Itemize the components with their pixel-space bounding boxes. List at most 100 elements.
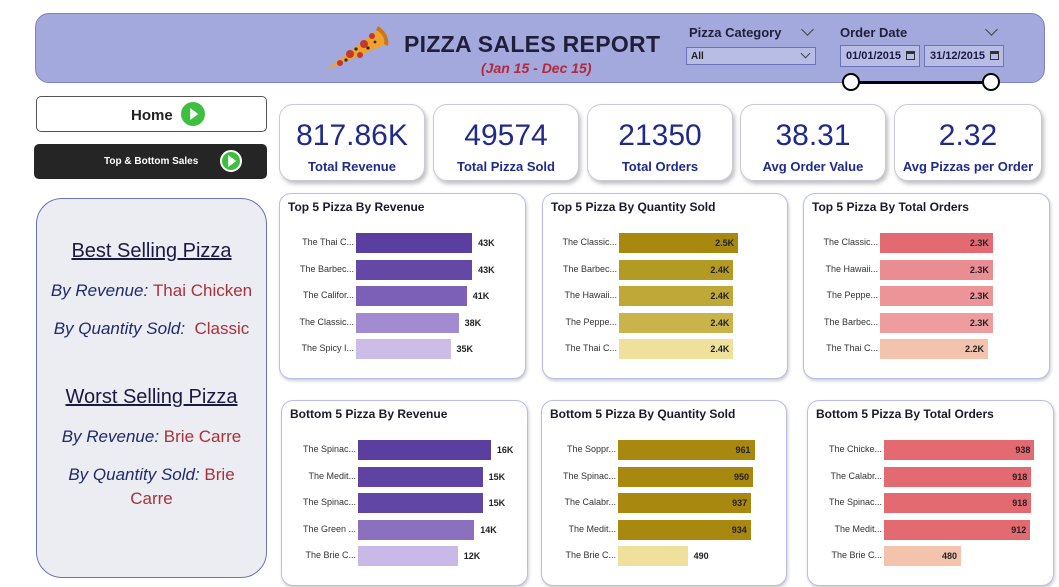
bar-row: The Spicy I... 35K (280, 339, 525, 359)
bar-category-label: The Hawaii... (564, 290, 617, 300)
start-date-value: 01/01/2015 (846, 50, 902, 62)
page-title: PIZZA SALES REPORT (404, 31, 661, 57)
bar[interactable] (358, 466, 483, 487)
bar-category-label: The Thai C... (565, 343, 617, 353)
best-rev-value: Thai Chicken (152, 281, 253, 300)
kpi-value: 49574 (464, 119, 548, 152)
bar[interactable] (356, 259, 473, 280)
end-date-input[interactable]: 31/12/2015 (924, 45, 1004, 67)
kpi-total-revenue: 817.86K Total Revenue (279, 104, 425, 181)
bar-value-label: 38K (464, 317, 482, 328)
bar-category-label: The Brie C... (305, 550, 356, 560)
bar-value-label: 2.3K (969, 238, 989, 248)
date-slider-start-handle[interactable] (842, 73, 860, 91)
kpi-label: Avg Pizzas per Order (902, 159, 1034, 174)
bar-row: The Spinac... 15K (282, 493, 527, 513)
worst-qty-value-cont: Carre (130, 489, 173, 508)
chart-title: Bottom 5 Pizza By Quantity Sold (550, 407, 736, 421)
play-icon (220, 150, 242, 172)
bar-category-label: The Peppe... (565, 316, 617, 327)
bar[interactable] (884, 493, 1032, 513)
worst-qty-value: Brie (204, 465, 235, 484)
bar[interactable] (884, 466, 1032, 487)
chart-top5-revenue: Top 5 Pizza By Revenue The Thai C... 43K T… (279, 193, 526, 379)
bar-row: The Medit... 934 (542, 519, 786, 540)
chart-bottom5-orders: Bottom 5 Pizza By Total Orders The Chick… (807, 400, 1054, 586)
chart-top5-quantity: Top 5 Pizza By Quantity Sold The Classic… (542, 193, 788, 379)
chart-title: Top 5 Pizza By Quantity Sold (551, 200, 716, 214)
bar-value-label: 15K (488, 498, 506, 508)
home-button[interactable]: Home (36, 96, 267, 132)
worst-selling-title: Worst Selling Pizza (65, 386, 238, 408)
date-slider-track[interactable] (850, 81, 990, 84)
bar[interactable] (358, 546, 458, 566)
bar[interactable] (884, 440, 1035, 460)
bar-category-label: The Barbec... (823, 316, 878, 327)
best-worst-panel: Best Selling Pizza By Revenue: Thai Chic… (36, 198, 267, 578)
bar-value-label: 41K (472, 291, 490, 301)
bar[interactable] (356, 339, 451, 359)
order-date-label: Order Date (840, 25, 908, 40)
bar-category-label: The Thai C... (826, 343, 878, 353)
bar-row: The Peppe... 2.3K (804, 286, 1049, 306)
bar-category-label: The Calabr... (830, 470, 882, 481)
bar-row: The Barbec... 43K (280, 259, 525, 280)
bar-value-label: 950 (733, 471, 749, 482)
top-bottom-sales-button[interactable]: Top & Bottom Sales (34, 144, 267, 179)
bar-value-label: 15K (488, 471, 506, 482)
bar-category-label: The Califor... (302, 290, 354, 300)
bar-value-label: 43K (478, 264, 495, 275)
bar-value-label: 2.3K (969, 291, 989, 301)
chevron-down-icon (800, 48, 811, 59)
bar[interactable] (618, 440, 755, 460)
kpi-label: Avg Order Value (762, 159, 864, 174)
kpi-label: Total Orders (621, 159, 699, 174)
bar[interactable] (356, 286, 467, 306)
pizza-category-label: Pizza Category (689, 25, 782, 40)
kpi-label: Total Pizza Sold (457, 159, 555, 174)
bar[interactable] (358, 440, 491, 460)
worst-by-quantity-cont: Carre (37, 489, 266, 509)
start-date-input[interactable]: 01/01/2015 (840, 45, 920, 67)
worst-rev-label: By Revenue (61, 427, 155, 446)
home-button-label: Home (131, 107, 173, 124)
bar-value-label: 961 (735, 445, 751, 455)
bar[interactable] (358, 519, 475, 540)
bar-row: The Soppr... 961 (542, 440, 786, 460)
bar-value-label: 2.5K (715, 238, 735, 248)
bar-row: The Barbec... 2.3K (804, 312, 1049, 333)
bar-row: The Califor... 41K (280, 286, 525, 306)
bar[interactable] (356, 312, 459, 333)
kpi-value: 2.32 (938, 119, 998, 152)
bar-row: The Thai C... 2.4K (543, 339, 787, 359)
top-bottom-sales-label: Top & Bottom Sales (104, 156, 199, 167)
bar-value-label: 35K (456, 344, 474, 354)
kpi-total-orders: 21350 Total Orders (587, 104, 733, 181)
worst-by-quantity: By Quantity Sold: Brie (37, 465, 266, 485)
date-slider-end-handle[interactable] (982, 73, 1000, 91)
bar-value-label: 490 (693, 551, 709, 561)
bar-value-label: 918 (1012, 498, 1028, 508)
chart-title: Top 5 Pizza By Revenue (288, 200, 425, 214)
bar-row: The Hawaii... 2.3K (804, 259, 1049, 280)
chart-title: Top 5 Pizza By Total Orders (812, 200, 969, 214)
bar-value-label: 480 (941, 551, 957, 561)
bar-value-label: 2.4K (710, 291, 730, 301)
kpi-avg-order-value: 38.31 Avg Order Value (740, 104, 886, 181)
bar[interactable] (618, 466, 753, 487)
bar-row: The Barbec... 2.4K (543, 259, 787, 280)
bar[interactable] (358, 493, 483, 513)
bar-category-label: The Brie C... (565, 550, 616, 560)
pizza-category-select[interactable]: All (686, 47, 816, 65)
bar[interactable] (356, 233, 473, 253)
bar-category-label: The Soppr... (566, 444, 616, 454)
calendar-icon[interactable] (990, 51, 999, 60)
bar[interactable] (618, 546, 688, 566)
bar-row: The Hawaii... 2.4K (543, 286, 787, 306)
bar-row: The Brie C... 480 (808, 546, 1053, 566)
bar-value-label: 2.4K (710, 344, 730, 354)
bar[interactable] (884, 519, 1031, 540)
bar-row: The Medit... 912 (808, 519, 1053, 540)
calendar-icon[interactable] (906, 51, 915, 60)
bar-category-label: The Peppe... (826, 290, 878, 300)
